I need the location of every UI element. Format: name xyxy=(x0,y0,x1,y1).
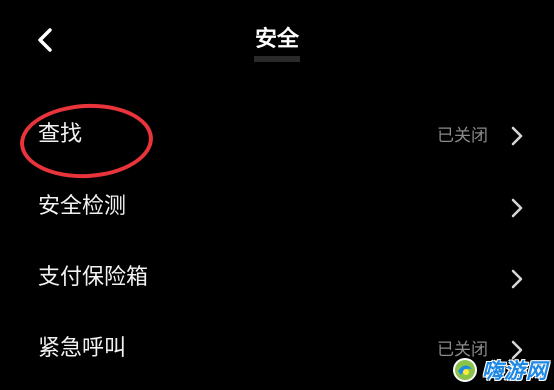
settings-item-status: 已关闭 xyxy=(437,126,488,146)
settings-item-label: 紧急呼叫 xyxy=(38,336,127,361)
chevron-right-icon xyxy=(510,340,524,360)
settings-item-find[interactable]: 查找 已关闭 xyxy=(0,100,554,170)
chevron-right-icon xyxy=(510,269,524,289)
settings-item-label: 支付保险箱 xyxy=(38,265,149,290)
settings-item-payment-safe[interactable]: 支付保险箱 xyxy=(0,243,554,313)
chevron-right-icon xyxy=(510,198,524,218)
chevron-right-icon xyxy=(510,126,524,146)
settings-item-status: 已关闭 xyxy=(437,340,488,360)
settings-item-emergency-call[interactable]: 紧急呼叫 已关闭 xyxy=(0,314,554,384)
settings-item-label: 安全检测 xyxy=(38,194,127,219)
settings-item-label: 查找 xyxy=(38,122,83,147)
settings-item-security-check[interactable]: 安全检测 xyxy=(0,172,554,242)
header-bar: 安全 xyxy=(0,0,554,84)
page-title: 安全 xyxy=(0,24,554,62)
page-title-text: 安全 xyxy=(253,24,300,62)
